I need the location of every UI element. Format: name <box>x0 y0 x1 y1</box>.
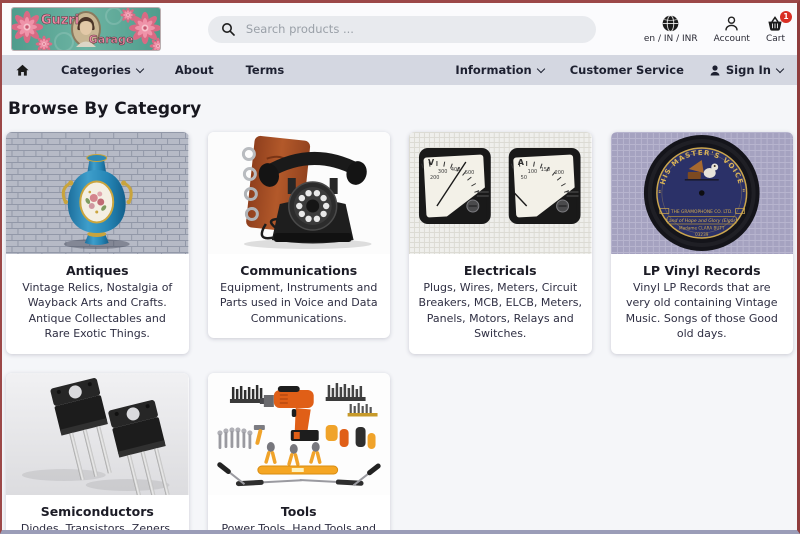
category-card-tools[interactable]: Tools Power Tools, Hand Tools and Small … <box>208 373 391 530</box>
main-nav: Categories About Terms Information Custo… <box>2 55 797 85</box>
nav-sign-in[interactable]: Sign In <box>710 63 783 77</box>
main-content: Browse By Category <box>2 85 797 530</box>
category-title: Electricals <box>413 263 588 278</box>
category-description: Equipment, Instruments and Parts used in… <box>208 280 391 338</box>
vinyl-artist-text: Madame CLARA BUTT <box>679 225 725 230</box>
globe-icon <box>662 15 679 32</box>
voltmeter-letter: V <box>428 158 435 167</box>
nav-categories[interactable]: Categories <box>61 63 143 77</box>
logo-word-2: Garage <box>89 33 134 46</box>
nav-terms[interactable]: Terms <box>246 63 285 77</box>
chevron-down-icon <box>776 64 784 72</box>
category-card-communications[interactable]: Communications Equipment, Instruments an… <box>208 132 391 338</box>
category-title: Antiques <box>10 263 185 278</box>
vinyl-company-text: THE GRAMOPHONE CO. LTD. <box>669 209 732 215</box>
meter-tick: 500 <box>465 170 475 176</box>
nav-right: Information Customer Service Sign In <box>455 63 783 77</box>
category-title: Tools <box>212 504 387 519</box>
category-title: Semiconductors <box>10 504 185 519</box>
nav-about[interactable]: About <box>175 63 214 77</box>
page-title: Browse By Category <box>8 99 791 119</box>
account-button[interactable]: Account <box>714 15 750 44</box>
search-icon <box>221 22 235 36</box>
nav-information-label: Information <box>455 63 531 77</box>
nav-home[interactable] <box>16 64 29 76</box>
nav-sign-in-label: Sign In <box>726 63 771 77</box>
antiques-image <box>6 132 189 254</box>
category-title: LP Vinyl Records <box>615 263 790 278</box>
category-description: Plugs, Wires, Meters, Circuit Breakers, … <box>409 280 592 354</box>
vinyl-image: " HIS MASTER'S VOICE " THE GRAMOPHONE CO… <box>611 132 794 254</box>
category-description: Vinyl LP Records that are very old conta… <box>611 280 794 354</box>
nav-information[interactable]: Information <box>455 63 543 77</box>
meter-tick: 100 <box>528 169 538 175</box>
category-card-semiconductors[interactable]: Semiconductors Diodes, Transistors, Zene… <box>6 373 189 530</box>
tools-image <box>208 373 391 495</box>
communications-image <box>208 132 391 254</box>
nav-categories-label: Categories <box>61 63 131 77</box>
category-description: Diodes, Transistors, Zeners, LEDs, FET, … <box>6 521 189 530</box>
chevron-down-icon <box>536 64 544 72</box>
search-bar[interactable] <box>208 16 596 43</box>
cart-count-badge: 1 <box>780 11 792 23</box>
semiconductors-image <box>6 373 189 495</box>
search-area <box>160 16 644 43</box>
nav-customer-service[interactable]: Customer Service <box>570 63 684 77</box>
category-card-lp-vinyl-records[interactable]: " HIS MASTER'S VOICE " THE GRAMOPHONE CO… <box>611 132 794 354</box>
account-label: Account <box>714 34 750 44</box>
category-description: Vintage Relics, Nostalgia of Wayback Art… <box>6 280 189 354</box>
cart-label: Cart <box>766 34 785 44</box>
meter-tick: 50 <box>521 175 527 181</box>
category-grid: Antiques Vintage Relics, Nostalgia of Wa… <box>6 132 793 530</box>
vinyl-song-text: Land of Hope and Glory (Elgar) <box>666 218 737 224</box>
search-input[interactable] <box>244 21 583 37</box>
storefront-page: Guzri Garage en / IN / <box>0 0 800 534</box>
category-description: Power Tools, Hand Tools and Small tools … <box>208 521 391 530</box>
category-card-antiques[interactable]: Antiques Vintage Relics, Nostalgia of Wa… <box>6 132 189 354</box>
nav-terms-label: Terms <box>246 63 285 77</box>
store-logo[interactable]: Guzri Garage <box>12 8 160 50</box>
category-card-electricals[interactable]: 200 300 400 500 V <box>409 132 592 354</box>
locale-selector[interactable]: en / IN / INR <box>644 15 698 44</box>
chevron-down-icon <box>136 64 144 72</box>
meter-tick: 300 <box>438 169 448 175</box>
account-icon <box>723 15 740 32</box>
user-icon <box>710 65 720 76</box>
category-title: Communications <box>212 263 387 278</box>
electricals-image: 200 300 400 500 V <box>409 132 592 254</box>
meter-tick: 200 <box>555 170 565 176</box>
vinyl-catalog-number: 03239 <box>695 232 709 237</box>
cart-button[interactable]: 1 Cart <box>766 15 785 44</box>
nav-left: Categories About Terms <box>16 63 284 77</box>
header-actions: en / IN / INR Account 1 Cart <box>644 15 787 44</box>
nav-customer-service-label: Customer Service <box>570 63 684 77</box>
meter-tick: 200 <box>430 175 440 181</box>
locale-label: en / IN / INR <box>644 34 698 44</box>
ammeter-letter: A <box>518 158 525 167</box>
meter-tick: 150 <box>541 167 551 173</box>
home-icon <box>16 64 29 76</box>
header: Guzri Garage en / IN / <box>2 3 797 55</box>
nav-about-label: About <box>175 63 214 77</box>
logo-artwork: Guzri Garage <box>12 8 160 50</box>
logo-word-1: Guzri <box>41 13 79 28</box>
